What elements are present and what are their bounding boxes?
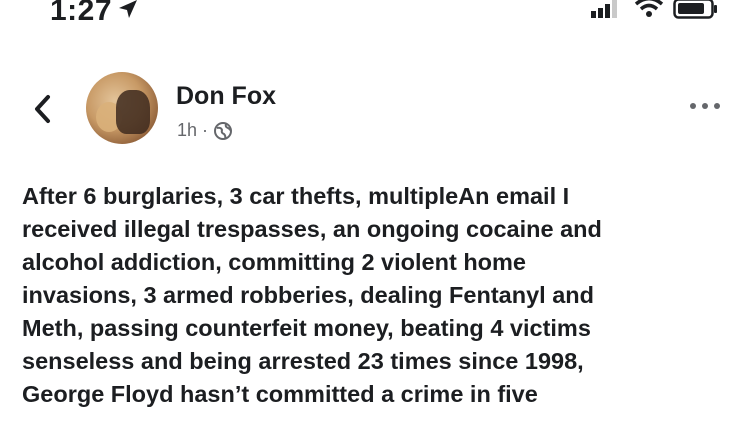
post-body: After 6 burglaries, 3 car thefts, multip…	[22, 180, 742, 411]
post-text-line: invasions, 3 armed robberies, dealing Fe…	[22, 282, 594, 308]
post-time[interactable]: 1h	[177, 120, 197, 141]
author-name[interactable]: Don Fox	[176, 82, 276, 111]
post-text-line: received illegal trespasses, an ongoing …	[22, 216, 602, 242]
status-bar: 1:27	[0, 0, 750, 34]
avatar[interactable]	[86, 72, 158, 144]
post-text-line: George Floyd hasn’t committed a crime in…	[22, 381, 538, 407]
location-arrow-icon	[119, 0, 137, 18]
cellular-signal-icon	[591, 0, 617, 18]
status-time: 1:27	[50, 0, 113, 27]
back-button[interactable]	[28, 92, 58, 126]
meta-separator: ·	[202, 120, 209, 140]
post-text-line: After 6 burglaries, 3 car thefts, multip…	[22, 183, 570, 209]
post-text-line: senseless and being arrested 23 times si…	[22, 348, 584, 374]
avatar-photo-detail	[116, 90, 150, 134]
more-options-icon[interactable]	[687, 98, 723, 114]
wifi-icon	[634, 0, 664, 17]
post-meta: 1h ·	[177, 120, 233, 141]
battery-icon	[673, 0, 717, 19]
post-text-line: Meth, passing counterfeit money, beating…	[22, 315, 591, 341]
post-text-line: alcohol addiction, committing 2 violent …	[22, 249, 526, 275]
globe-icon	[214, 121, 233, 140]
